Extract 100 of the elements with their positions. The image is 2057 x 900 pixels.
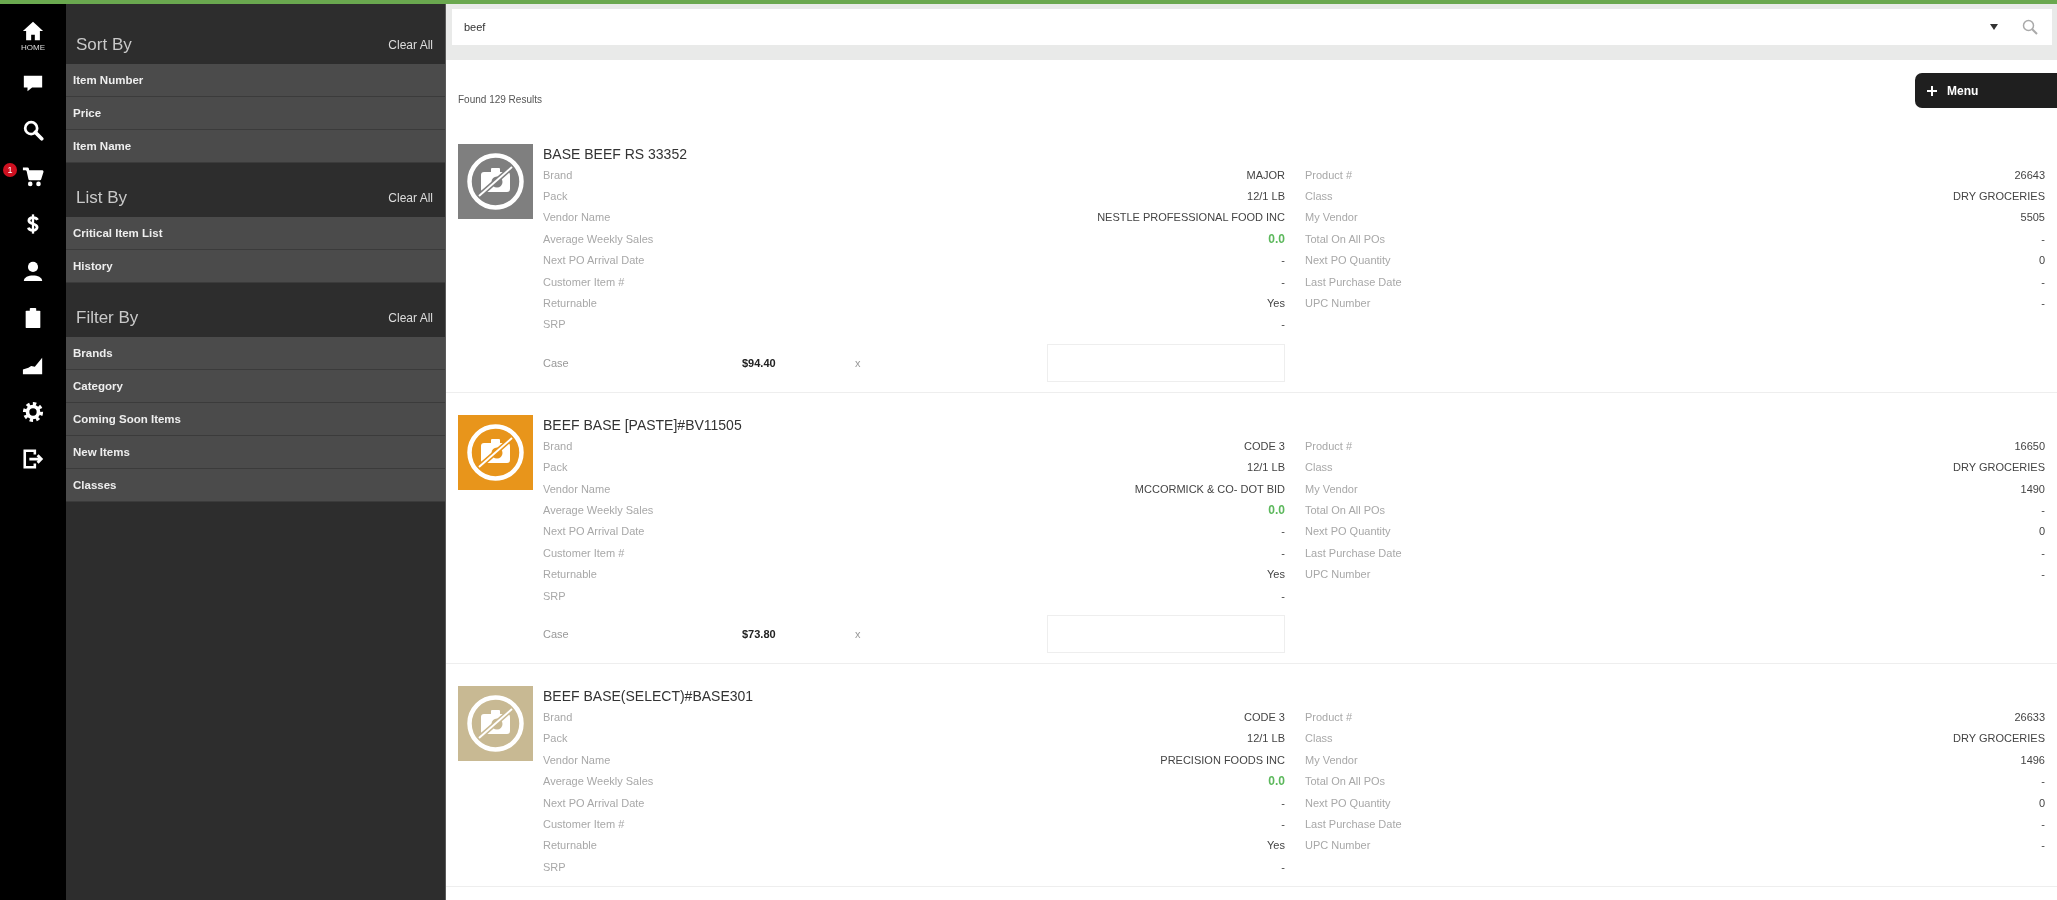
detail-value: NESTLE PROFESSIONAL FOOD INC: [1097, 211, 1285, 224]
case-price: $73.80: [742, 628, 777, 641]
detail-value: PRECISION FOODS INC: [1160, 753, 1285, 766]
settings-icon[interactable]: [22, 400, 44, 423]
cart-count-badge: 1: [3, 163, 17, 177]
cart-icon[interactable]: [22, 165, 44, 188]
product-title[interactable]: BEEF BASE(SELECT)#BASE301: [543, 686, 1285, 707]
detail-label: Total On All POs: [1305, 775, 1386, 788]
detail-value: -: [2041, 817, 2045, 830]
product-title[interactable]: BEEF BASE [PASTE]#BV11505: [543, 415, 1285, 436]
search-field[interactable]: beef: [452, 9, 2052, 45]
detail-value: -: [2041, 775, 2045, 788]
detail-label: Brand: [543, 168, 573, 181]
detail-label: My Vendor: [1305, 753, 1358, 766]
detail-label: My Vendor: [1305, 482, 1358, 495]
section-title: Filter By: [76, 307, 139, 329]
detail-value: -: [1281, 318, 1285, 331]
detail-value: -: [1281, 254, 1285, 267]
results-count: Found 129 Results: [458, 94, 542, 106]
detail-value: 0.0: [1268, 503, 1285, 517]
detail-label: Customer Item #: [543, 546, 625, 559]
filter-option[interactable]: Classes: [66, 469, 445, 502]
detail-label: Pack: [543, 461, 568, 474]
detail-label: Last Purchase Date: [1305, 546, 1402, 559]
detail-value: 12/1 LB: [1247, 190, 1285, 203]
detail-value: -: [1281, 796, 1285, 809]
detail-value: -: [1281, 817, 1285, 830]
clear-all-link[interactable]: Clear All: [388, 307, 433, 329]
clear-all-link[interactable]: Clear All: [388, 34, 433, 56]
detail-label: SRP: [543, 318, 566, 331]
detail-label: Brand: [543, 710, 573, 723]
detail-label: Next PO Arrival Date: [543, 254, 645, 267]
detail-value: -: [2041, 546, 2045, 559]
detail-value: -: [1281, 589, 1285, 602]
detail-label: Vendor Name: [543, 753, 611, 766]
filter-option[interactable]: Coming Soon Items: [66, 403, 445, 436]
detail-label: Average Weekly Sales: [543, 232, 654, 245]
person-icon[interactable]: [22, 259, 44, 282]
section-title: Sort By: [76, 34, 132, 56]
detail-value: 1496: [2020, 753, 2045, 766]
detail-value: -: [2041, 839, 2045, 852]
detail-label: Next PO Quantity: [1305, 796, 1391, 809]
detail-value: CODE 3: [1244, 439, 1285, 452]
detail-value: 5505: [2020, 211, 2045, 224]
detail-value: 1490: [2020, 482, 2045, 495]
detail-label: Returnable: [543, 568, 597, 581]
detail-label: UPC Number: [1305, 839, 1371, 852]
detail-label: Average Weekly Sales: [543, 775, 654, 788]
filter-option[interactable]: Item Number: [66, 64, 445, 97]
detail-value: Yes: [1267, 839, 1285, 852]
home-icon[interactable]: [22, 19, 44, 42]
filter-option[interactable]: History: [66, 250, 445, 283]
detail-label: My Vendor: [1305, 211, 1358, 224]
detail-value: -: [2041, 297, 2045, 310]
logout-icon[interactable]: [22, 447, 44, 470]
detail-value: 0: [2038, 254, 2045, 267]
detail-label: Returnable: [543, 297, 597, 310]
detail-label: Vendor Name: [543, 211, 611, 224]
detail-value: MAJOR: [1246, 168, 1285, 181]
detail-label: Pack: [543, 732, 568, 745]
filter-option[interactable]: Critical Item List: [66, 217, 445, 250]
detail-value: 12/1 LB: [1247, 461, 1285, 474]
detail-value: 0: [2038, 796, 2045, 809]
filter-option[interactable]: New Items: [66, 436, 445, 469]
caret-icon[interactable]: [1990, 24, 1998, 30]
detail-value: -: [1281, 525, 1285, 538]
detail-label: Product #: [1305, 168, 1353, 181]
detail-value: 26643: [2014, 168, 2045, 181]
clear-all-link[interactable]: Clear All: [388, 187, 433, 209]
filter-option[interactable]: Item Name: [66, 130, 445, 163]
times-sign: x: [855, 357, 861, 370]
case-label: Case: [543, 357, 570, 370]
case-label: Case: [543, 628, 570, 641]
section-title: List By: [76, 187, 128, 209]
detail-label: Next PO Quantity: [1305, 254, 1391, 267]
detail-label: Class: [1305, 732, 1333, 745]
filter-option[interactable]: Category: [66, 370, 445, 403]
detail-label: Brand: [543, 439, 573, 452]
detail-value: -: [2041, 504, 2045, 516]
menu-button[interactable]: Menu: [1915, 73, 2057, 108]
times-sign: x: [855, 628, 861, 641]
detail-label: Pack: [543, 190, 568, 203]
detail-label: Class: [1305, 190, 1333, 203]
detail-value: 16650: [2014, 439, 2045, 452]
detail-label: Product #: [1305, 710, 1353, 723]
detail-value: 12/1 LB: [1247, 732, 1285, 745]
detail-label: Customer Item #: [543, 817, 625, 830]
detail-label: Product #: [1305, 439, 1353, 452]
detail-label: Next PO Arrival Date: [543, 796, 645, 809]
search-icon[interactable]: [22, 118, 44, 141]
product-title[interactable]: BASE BEEF RS 33352: [543, 144, 1285, 164]
detail-value: -: [2041, 232, 2045, 245]
filter-option[interactable]: Brands: [66, 337, 445, 370]
detail-value: 0: [2038, 525, 2045, 538]
filter-option[interactable]: Price: [66, 97, 445, 130]
detail-value: 0.0: [1268, 774, 1285, 789]
detail-label: Class: [1305, 461, 1333, 474]
home-label: HOME: [21, 42, 45, 52]
detail-value: -: [1281, 546, 1285, 559]
plus-icon: [1927, 85, 1937, 96]
